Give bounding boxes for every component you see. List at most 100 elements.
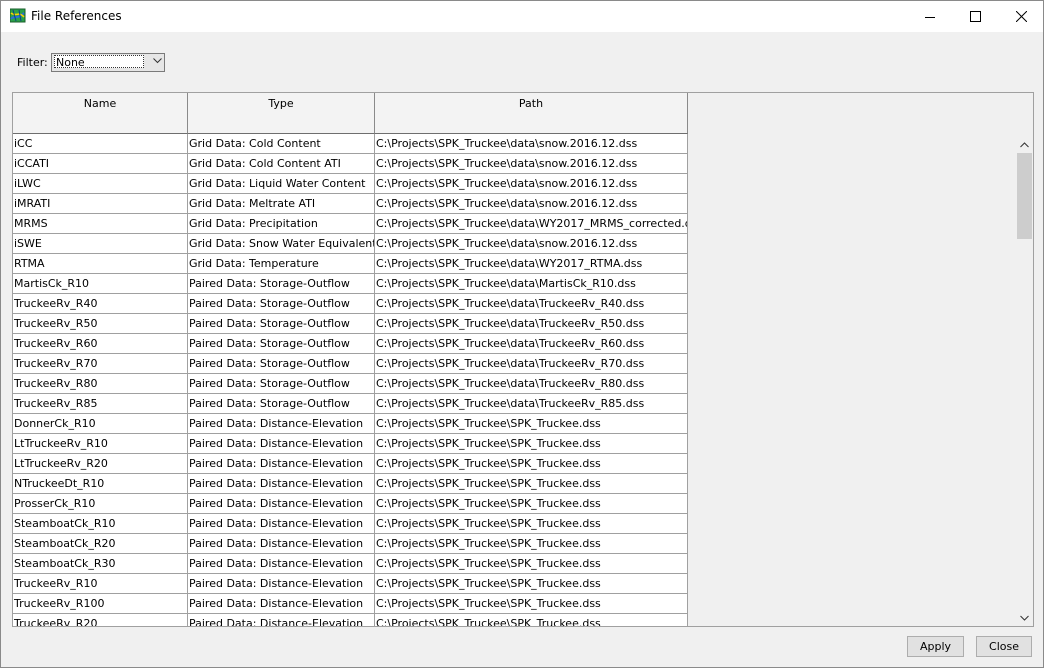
table-row[interactable]: TruckeeRv_R80 Paired Data: Storage-Outflo… — [13, 374, 688, 394]
column-header-type[interactable]: Type — [188, 93, 375, 134]
cell-name[interactable]: SteamboatCk_R30 — [13, 554, 188, 574]
cell-path[interactable]: C:\Projects\SPK_Truckee\data\TruckeeRv_R… — [375, 334, 688, 354]
cell-type[interactable]: Paired Data: Storage-Outflow — [188, 274, 375, 294]
cell-name[interactable]: TruckeeRv_R20 — [13, 614, 188, 626]
cell-name[interactable]: TruckeeRv_R50 — [13, 314, 188, 334]
table-row[interactable]: TruckeeRv_R20 Paired Data: Distance-Eleva… — [13, 614, 688, 626]
cell-type[interactable]: Paired Data: Distance-Elevation — [188, 494, 375, 514]
table-row[interactable]: iCC Grid Data: Cold Content C:\Projects\SP… — [13, 134, 688, 154]
cell-path[interactable]: C:\Projects\SPK_Truckee\SPK_Truckee.dss — [375, 434, 688, 454]
table-row[interactable]: TruckeeRv_R70 Paired Data: Storage-Outflo… — [13, 354, 688, 374]
table-row[interactable]: SteamboatCk_R30 Paired Data: Distance-Ele… — [13, 554, 688, 574]
table-row[interactable]: RTMA Grid Data: Temperature C:\Projects\SP… — [13, 254, 688, 274]
cell-path[interactable]: C:\Projects\SPK_Truckee\data\TruckeeRv_R… — [375, 374, 688, 394]
cell-path[interactable]: C:\Projects\SPK_Truckee\SPK_Truckee.dss — [375, 554, 688, 574]
table-row[interactable]: iCCATI Grid Data: Cold Content ATI C:\Proj… — [13, 154, 688, 174]
cell-type[interactable]: Paired Data: Storage-Outflow — [188, 294, 375, 314]
table-row[interactable]: TruckeeRv_R50 Paired Data: Storage-Outflo… — [13, 314, 688, 334]
cell-name[interactable]: iCC — [13, 134, 188, 154]
cell-name[interactable]: RTMA — [13, 254, 188, 274]
cell-path[interactable]: C:\Projects\SPK_Truckee\data\MartisCk_R1… — [375, 274, 688, 294]
cell-type[interactable]: Grid Data: Liquid Water Content — [188, 174, 375, 194]
cell-name[interactable]: DonnerCk_R10 — [13, 414, 188, 434]
cell-type[interactable]: Paired Data: Storage-Outflow — [188, 354, 375, 374]
cell-type[interactable]: Paired Data: Storage-Outflow — [188, 314, 375, 334]
table-row[interactable]: TruckeeRv_R40 Paired Data: Storage-Outflo… — [13, 294, 688, 314]
cell-name[interactable]: ProsserCk_R10 — [13, 494, 188, 514]
cell-name[interactable]: TruckeeRv_R60 — [13, 334, 188, 354]
cell-name[interactable]: NTruckeeDt_R10 — [13, 474, 188, 494]
table-row[interactable]: ProsserCk_R10 Paired Data: Distance-Eleva… — [13, 494, 688, 514]
cell-name[interactable]: TruckeeRv_R85 — [13, 394, 188, 414]
table-row[interactable]: SteamboatCk_R20 Paired Data: Distance-Ele… — [13, 534, 688, 554]
cell-path[interactable]: C:\Projects\SPK_Truckee\data\snow.2016.1… — [375, 174, 688, 194]
scroll-down-button[interactable] — [1017, 609, 1032, 626]
cell-type[interactable]: Paired Data: Distance-Elevation — [188, 594, 375, 614]
table-row[interactable]: iSWE Grid Data: Snow Water Equivalent C:\P… — [13, 234, 688, 254]
maximize-button[interactable] — [952, 1, 998, 32]
cell-path[interactable]: C:\Projects\SPK_Truckee\data\snow.2016.1… — [375, 194, 688, 214]
cell-path[interactable]: C:\Projects\SPK_Truckee\SPK_Truckee.dss — [375, 534, 688, 554]
column-header-name[interactable]: Name — [13, 93, 188, 134]
cell-path[interactable]: C:\Projects\SPK_Truckee\data\WY2017_RTMA… — [375, 254, 688, 274]
cell-name[interactable]: SteamboatCk_R10 — [13, 514, 188, 534]
cell-name[interactable]: TruckeeRv_R100 — [13, 594, 188, 614]
cell-type[interactable]: Grid Data: Snow Water Equivalent — [188, 234, 375, 254]
cell-type[interactable]: Paired Data: Distance-Elevation — [188, 514, 375, 534]
cell-type[interactable]: Paired Data: Storage-Outflow — [188, 394, 375, 414]
cell-name[interactable]: SteamboatCk_R20 — [13, 534, 188, 554]
close-window-button[interactable] — [998, 1, 1044, 32]
filter-select[interactable]: None — [51, 53, 165, 72]
cell-path[interactable]: C:\Projects\SPK_Truckee\SPK_Truckee.dss — [375, 414, 688, 434]
cell-path[interactable]: C:\Projects\SPK_Truckee\data\snow.2016.1… — [375, 134, 688, 154]
cell-type[interactable]: Paired Data: Distance-Elevation — [188, 434, 375, 454]
cell-type[interactable]: Paired Data: Distance-Elevation — [188, 414, 375, 434]
cell-path[interactable]: C:\Projects\SPK_Truckee\SPK_Truckee.dss — [375, 494, 688, 514]
cell-path[interactable]: C:\Projects\SPK_Truckee\SPK_Truckee.dss — [375, 514, 688, 534]
cell-type[interactable]: Paired Data: Storage-Outflow — [188, 334, 375, 354]
cell-name[interactable]: TruckeeRv_R70 — [13, 354, 188, 374]
cell-path[interactable]: C:\Projects\SPK_Truckee\data\snow.2016.1… — [375, 234, 688, 254]
cell-type[interactable]: Grid Data: Cold Content — [188, 134, 375, 154]
minimize-button[interactable] — [907, 1, 953, 32]
cell-path[interactable]: C:\Projects\SPK_Truckee\data\WY2017_MRMS… — [375, 214, 688, 234]
scroll-thumb[interactable] — [1017, 153, 1032, 239]
cell-type[interactable]: Grid Data: Temperature — [188, 254, 375, 274]
cell-type[interactable]: Paired Data: Distance-Elevation — [188, 554, 375, 574]
table-row[interactable]: TruckeeRv_R60 Paired Data: Storage-Outflo… — [13, 334, 688, 354]
close-button[interactable]: Close — [976, 636, 1032, 657]
cell-path[interactable]: C:\Projects\SPK_Truckee\SPK_Truckee.dss — [375, 574, 688, 594]
cell-name[interactable]: iLWC — [13, 174, 188, 194]
cell-type[interactable]: Paired Data: Distance-Elevation — [188, 534, 375, 554]
cell-path[interactable]: C:\Projects\SPK_Truckee\data\TruckeeRv_R… — [375, 354, 688, 374]
table-row[interactable]: TruckeeRv_R100 Paired Data: Distance-Elev… — [13, 594, 688, 614]
table-row[interactable]: LtTruckeeRv_R20 Paired Data: Distance-Ele… — [13, 454, 688, 474]
cell-name[interactable]: MRMS — [13, 214, 188, 234]
cell-name[interactable]: iSWE — [13, 234, 188, 254]
table-row[interactable]: MartisCk_R10 Paired Data: Storage-Outflow… — [13, 274, 688, 294]
apply-button[interactable]: Apply — [907, 636, 964, 657]
cell-type[interactable]: Paired Data: Storage-Outflow — [188, 374, 375, 394]
cell-name[interactable]: LtTruckeeRv_R10 — [13, 434, 188, 454]
column-header-path[interactable]: Path — [375, 93, 688, 134]
cell-path[interactable]: C:\Projects\SPK_Truckee\data\TruckeeRv_R… — [375, 294, 688, 314]
vertical-scrollbar[interactable] — [1017, 136, 1032, 626]
cell-path[interactable]: C:\Projects\SPK_Truckee\SPK_Truckee.dss — [375, 594, 688, 614]
cell-path[interactable]: C:\Projects\SPK_Truckee\SPK_Truckee.dss — [375, 474, 688, 494]
cell-type[interactable]: Paired Data: Distance-Elevation — [188, 574, 375, 594]
cell-name[interactable]: TruckeeRv_R80 — [13, 374, 188, 394]
cell-name[interactable]: MartisCk_R10 — [13, 274, 188, 294]
cell-path[interactable]: C:\Projects\SPK_Truckee\SPK_Truckee.dss — [375, 614, 688, 626]
scroll-up-button[interactable] — [1017, 136, 1032, 153]
cell-type[interactable]: Paired Data: Distance-Elevation — [188, 474, 375, 494]
table-row[interactable]: iLWC Grid Data: Liquid Water Content C:\Pr… — [13, 174, 688, 194]
table-row[interactable]: LtTruckeeRv_R10 Paired Data: Distance-Ele… — [13, 434, 688, 454]
table-row[interactable]: iMRATI Grid Data: Meltrate ATI C:\Projects… — [13, 194, 688, 214]
table-row[interactable]: TruckeeRv_R85 Paired Data: Storage-Outflo… — [13, 394, 688, 414]
cell-path[interactable]: C:\Projects\SPK_Truckee\data\TruckeeRv_R… — [375, 394, 688, 414]
cell-type[interactable]: Paired Data: Distance-Elevation — [188, 454, 375, 474]
cell-type[interactable]: Grid Data: Precipitation — [188, 214, 375, 234]
cell-type[interactable]: Grid Data: Meltrate ATI — [188, 194, 375, 214]
cell-path[interactable]: C:\Projects\SPK_Truckee\SPK_Truckee.dss — [375, 454, 688, 474]
cell-name[interactable]: LtTruckeeRv_R20 — [13, 454, 188, 474]
